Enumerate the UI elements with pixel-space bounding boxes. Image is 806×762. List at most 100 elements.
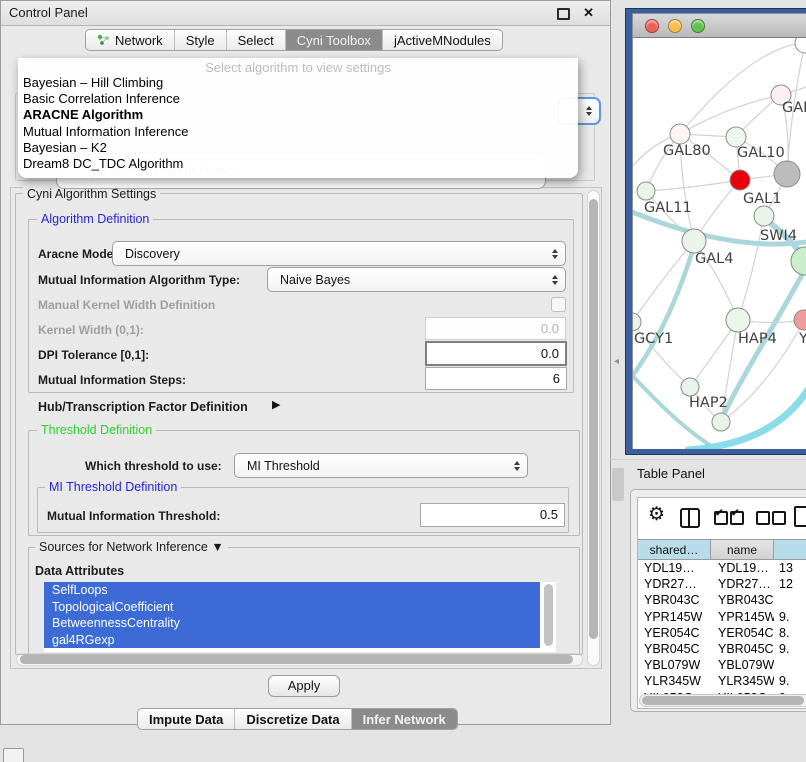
network-icon <box>97 34 110 46</box>
aracne-mode-label: Aracne Mode: <box>38 247 117 261</box>
close-light-icon[interactable] <box>645 19 659 33</box>
table-cell: YPR145W <box>638 609 711 625</box>
tab-discretize-data[interactable]: Discretize Data <box>234 709 350 729</box>
vertical-scrollbar[interactable] <box>587 190 600 666</box>
mi-steps-input[interactable]: 6 <box>425 367 567 390</box>
table-panel-window: ⚙ ✔ ✔ shared…name YDL19…YDL19…13YDR27…YD… <box>630 489 806 712</box>
attribute-topologicalcoefficient[interactable]: TopologicalCoefficient <box>44 599 540 616</box>
select-all-icon[interactable]: ✔ <box>730 511 744 525</box>
network-window-titlebar[interactable] <box>632 13 806 38</box>
network-node[interactable] <box>774 161 800 187</box>
table-row[interactable]: YBR043CYBR043C <box>638 592 806 608</box>
node-y[interactable] <box>794 310 806 330</box>
apply-button[interactable]: Apply <box>268 675 340 697</box>
network-canvas[interactable]: GALGAL80GAL10GAL1GAL11SWI4GAL4GCY1HAP4YH… <box>632 38 806 449</box>
new-table-icon[interactable] <box>794 506 806 527</box>
algorithm-option-dream8-dc-tdc-algorithm[interactable]: Dream8 DC_TDC Algorithm <box>18 156 578 172</box>
scrollbar-thumb[interactable] <box>20 655 573 664</box>
network-node[interactable] <box>791 247 806 275</box>
column-header-col2[interactable] <box>774 539 806 560</box>
minimize-light-icon[interactable] <box>668 19 682 33</box>
algorithm-option-basic-correlation-inference[interactable]: Basic Correlation Inference <box>18 91 578 107</box>
expand-right-icon[interactable]: ▶ <box>272 398 280 411</box>
panel-resize-handle[interactable]: ◂ <box>614 356 619 367</box>
table-row[interactable]: YLR345WYLR345W9. <box>638 673 806 689</box>
table-row[interactable]: YDR27…YDR27…12 <box>638 576 806 592</box>
network-view-window[interactable]: GALGAL80GAL10GAL1GAL11SWI4GAL4GCY1HAP4YH… <box>625 8 806 455</box>
column-header-name[interactable]: name <box>711 539 774 560</box>
kernel-width-input[interactable]: 0.0 <box>425 317 566 340</box>
node-label-gal1: GAL1 <box>743 191 781 207</box>
tab-cyni-toolbox[interactable]: Cyni Toolbox <box>285 30 382 50</box>
table-row[interactable]: YBL079WYBL079W <box>638 657 806 673</box>
tab-jactivemnodules[interactable]: jActiveMNodules <box>382 30 502 50</box>
table-cell: YER054C <box>711 625 774 641</box>
node-gal11[interactable] <box>637 182 655 200</box>
side-scroll-fragment <box>612 468 624 501</box>
application-screen: Control Panel ✕ NetworkStyleSelectCyni T… <box>0 0 806 762</box>
manual-kernel-checkbox[interactable] <box>551 297 566 312</box>
algorithm-option-bayesian-hill-climbing[interactable]: Bayesian – Hill Climbing <box>18 75 578 91</box>
algorithm-option-bayesian-k2[interactable]: Bayesian – K2 <box>18 140 578 156</box>
aracne-mode-combo[interactable]: Discovery <box>112 241 566 266</box>
close-icon[interactable]: ✕ <box>583 5 594 21</box>
tab-impute-data[interactable]: Impute Data <box>138 709 234 729</box>
node-gal80[interactable] <box>670 124 690 144</box>
hub-definition-label[interactable]: Hub/Transcription Factor Definition <box>38 400 248 414</box>
mi-steps-label: Mutual Information Steps: <box>38 373 186 387</box>
network-edge[interactable] <box>688 378 806 449</box>
gear-icon[interactable]: ⚙ <box>648 503 665 526</box>
tab-style[interactable]: Style <box>174 30 226 50</box>
network-edge[interactable] <box>633 241 694 322</box>
table-row[interactable]: YDL19…YDL19…13 <box>638 560 806 576</box>
collapse-down-icon[interactable]: ▼ <box>211 540 223 554</box>
network-node[interactable] <box>712 413 730 431</box>
mi-type-combo[interactable]: Naive Bayes <box>267 267 566 292</box>
table-horizontal-scrollbar[interactable] <box>639 694 806 707</box>
select-all-icon[interactable]: ✔ <box>714 511 728 525</box>
node-gcy1[interactable] <box>633 313 641 331</box>
deselect-all-icon[interactable] <box>756 511 770 525</box>
tab-infer-network[interactable]: Infer Network <box>351 709 457 729</box>
node-hap4[interactable] <box>726 308 750 332</box>
zoom-light-icon[interactable] <box>691 19 705 33</box>
scrollbar-thumb[interactable] <box>589 199 598 639</box>
tab-label: Discretize Data <box>246 712 339 727</box>
tab-network[interactable]: Network <box>86 30 174 50</box>
node-hap2[interactable] <box>681 378 699 396</box>
mi-threshold-input[interactable]: 0.5 <box>420 503 565 527</box>
attribute-selfloops[interactable]: SelfLoops <box>44 582 540 599</box>
node-swi4[interactable] <box>754 206 774 226</box>
network-node[interactable] <box>795 38 806 53</box>
node-gal10[interactable] <box>726 127 746 147</box>
node-gal4[interactable] <box>682 229 706 253</box>
node-gal1[interactable] <box>730 170 750 190</box>
algorithm-option-aracne-algorithm[interactable]: ARACNE Algorithm <box>18 107 578 123</box>
threshold-combo[interactable]: MI Threshold <box>234 453 528 478</box>
table-row[interactable]: YER054CYER054C8. <box>638 625 806 641</box>
tab-select[interactable]: Select <box>226 30 285 50</box>
table-row[interactable]: YBR045CYBR045C9. <box>638 641 806 657</box>
algorithm-option-mutual-information-inference[interactable]: Mutual Information Inference <box>18 124 578 140</box>
table-row[interactable]: YPR145WYPR145W9. <box>638 609 806 625</box>
list-scrollbar-thumb[interactable] <box>544 584 553 646</box>
table-cell: YLR345W <box>711 673 774 689</box>
network-edge[interactable] <box>633 246 694 383</box>
table-cell: YBR045C <box>638 641 711 657</box>
bottom-left-panel-icon[interactable] <box>3 748 24 762</box>
attribute-betweennesscentrality[interactable]: BetweennessCentrality <box>44 615 540 632</box>
attribute-gal4rgexp[interactable]: gal4RGexp <box>44 632 540 649</box>
network-edge[interactable] <box>646 180 740 191</box>
deselect-all-icon[interactable] <box>772 511 786 525</box>
node-label-hap2: HAP2 <box>689 395 728 411</box>
algorithm-definition-title: Algorithm Definition <box>37 212 153 226</box>
table-cell: 9. <box>774 641 806 657</box>
tab-label: Impute Data <box>149 712 223 727</box>
table-container: ⚙ ✔ ✔ shared…name YDL19…YDL19…13YDR27…YD… <box>637 497 806 709</box>
dpi-tolerance-input[interactable]: 0.0 <box>425 341 567 366</box>
scrollbar-thumb[interactable] <box>642 696 804 705</box>
tab-label: Infer Network <box>363 712 446 727</box>
float-window-icon[interactable] <box>557 8 570 20</box>
column-view-icon[interactable] <box>680 508 700 528</box>
column-header-shared[interactable]: shared… <box>638 539 711 560</box>
